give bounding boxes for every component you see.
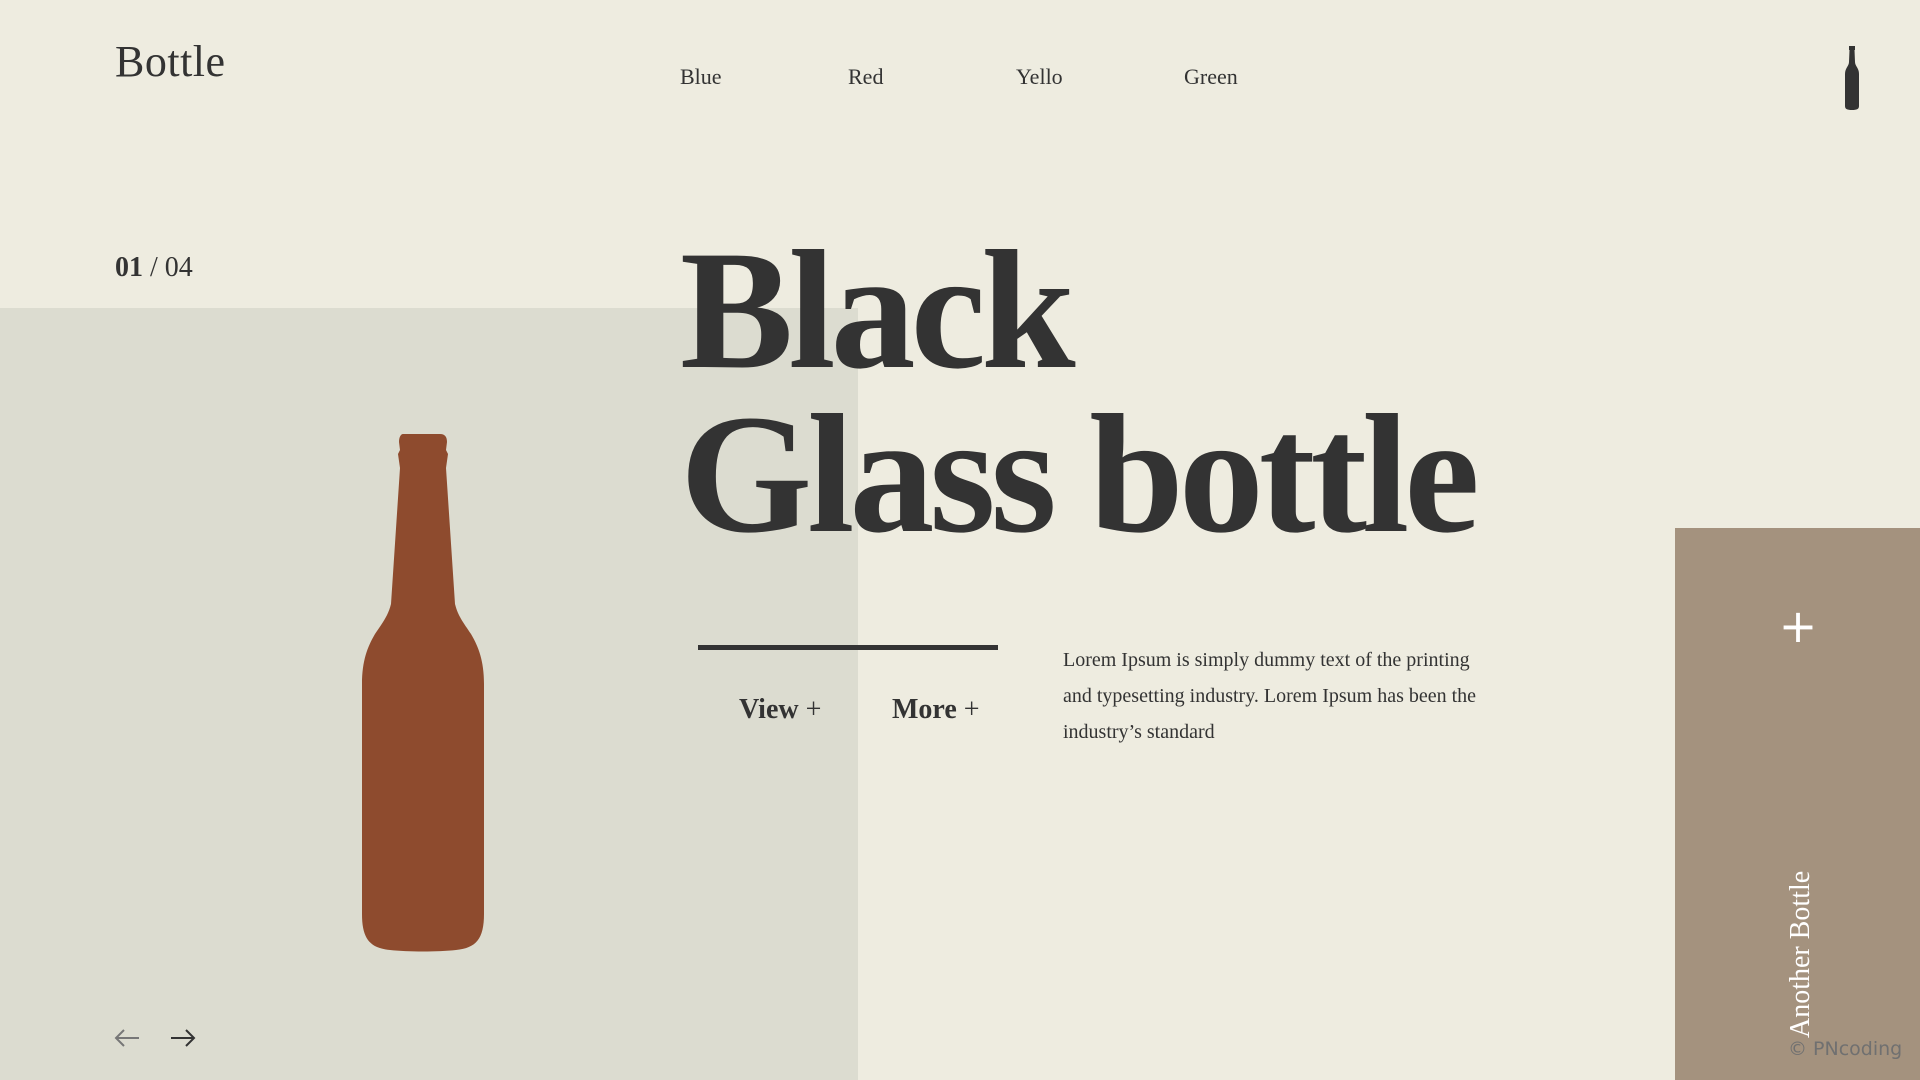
slide-total: 04 [164, 252, 193, 283]
arrow-right-icon[interactable] [168, 1023, 198, 1053]
hero-title-line-2: Glass bottle [680, 380, 1480, 568]
more-button-label: More [892, 694, 957, 725]
slide-counter: 01 / 04 [115, 252, 193, 284]
hero-description: Lorem Ipsum is simply dummy text of the … [1063, 649, 1477, 743]
plus-icon[interactable]: + [1778, 603, 1818, 649]
hero-title-line-1: Black [680, 216, 1076, 404]
logo[interactable]: Bottle [115, 36, 226, 87]
view-plus-icon: + [805, 694, 822, 725]
page: Bottle Blue Red Yello Green 01 / 04 Blac… [0, 0, 1920, 1080]
arrow-left-icon[interactable] [112, 1023, 142, 1053]
nav-item-blue[interactable]: Blue [680, 64, 722, 90]
nav-item-green[interactable]: Green [1184, 64, 1242, 90]
nav-item-yellow[interactable]: Yello [1016, 64, 1063, 90]
another-bottle-label: Another Bottle [1785, 870, 1816, 1038]
bottle-image [362, 434, 484, 952]
slide-current: 01 [115, 252, 143, 283]
divider-rule [698, 645, 998, 650]
hero-title: Black Glass bottle [680, 216, 1480, 568]
more-plus-icon: + [963, 694, 980, 725]
another-bottle-panel[interactable]: + Another Bottle [1675, 528, 1920, 1080]
more-button[interactable]: More + [892, 694, 980, 726]
bottle-icon[interactable] [1842, 46, 1862, 110]
slide-separator: / [143, 252, 165, 283]
nav-item-red[interactable]: Red [848, 64, 883, 90]
credit-text: © PNcoding [1788, 1038, 1903, 1060]
view-button-label: View [739, 694, 799, 725]
view-button[interactable]: View + [739, 694, 821, 726]
